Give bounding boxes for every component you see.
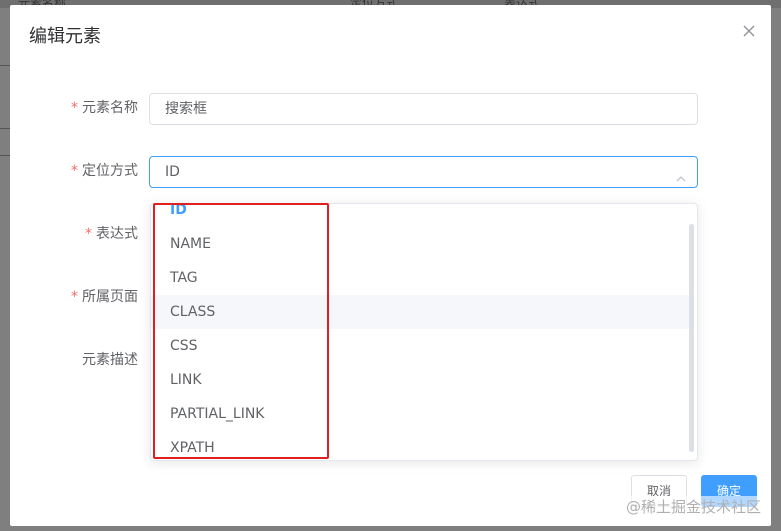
dropdown-option-tag[interactable]: TAG [151,261,691,295]
dropdown-option-class[interactable]: CLASS [151,295,691,329]
dropdown-option-partial-link[interactable]: PARTIAL_LINK [151,397,691,431]
dropdown-option-css[interactable]: CSS [151,329,691,363]
dialog-title: 编辑元素 [29,26,101,47]
label-description: 元素描述 [82,352,138,368]
dropdown-option-link[interactable]: LINK [151,363,691,397]
dropdown-option-id[interactable]: ID [151,204,691,227]
required-mark: * [71,289,78,305]
required-mark: * [85,226,92,242]
label-locator-type: * 定位方式 [71,163,138,179]
locator-type-dropdown: ID NAME TAG CLASS CSS LINK PARTIAL_LINK … [150,203,698,461]
required-mark: * [71,163,78,179]
label-expression: * 表达式 [85,226,138,242]
label-element-name: * 元素名称 [71,100,138,116]
dropdown-option-xpath[interactable]: XPATH [151,431,691,460]
required-mark: * [71,100,78,116]
close-icon[interactable] [741,23,757,39]
element-name-input[interactable]: 搜索框 [149,93,698,125]
dropdown-option-name[interactable]: NAME [151,227,691,261]
locator-type-select[interactable]: ID [149,156,698,188]
label-page: * 所属页面 [71,289,138,305]
watermark: @稀土掘金技术社区 [623,496,763,517]
dropdown-scrollbar[interactable] [689,224,694,452]
chevron-up-icon [675,166,687,182]
